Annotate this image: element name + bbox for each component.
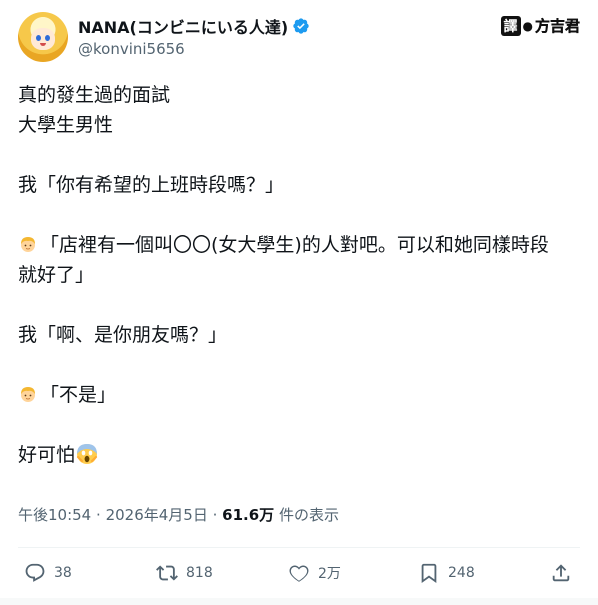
tweet-line: 我「你有希望的上班時段嗎？」 [18, 174, 285, 196]
person-blond-hair-icon [21, 237, 35, 252]
meta-separator: · [96, 506, 106, 524]
tweet-line: 「店裡有一個叫〇〇(女大學生)的人對吧。可以和她同樣時段 [40, 234, 549, 256]
like-button[interactable]: 2万 [288, 562, 341, 584]
watermark-dot-icon: ● [522, 18, 533, 33]
bottom-strip [0, 598, 598, 605]
tweet-line: 真的發生過的面試 [18, 84, 171, 106]
reply-count: 38 [54, 565, 72, 581]
tweet-line-row: 「不是」 [18, 380, 578, 410]
avatar-eye-right [45, 35, 50, 41]
avatar-face [31, 28, 55, 50]
bookmark-button[interactable]: 248 [418, 562, 475, 584]
share-button[interactable] [550, 562, 572, 584]
tweet-line: 就好了」 [18, 264, 95, 286]
handle[interactable]: @konvini5656 [78, 40, 185, 58]
tweet-line-row: 「店裡有一個叫〇〇(女大學生)的人對吧。可以和她同樣時段 [18, 230, 578, 260]
tweet-header: NANA(コンビニにいる人達) @konvini5656 譯 ● 方吉君 [18, 12, 580, 64]
bookmark-icon [421, 563, 437, 584]
share-icon [552, 564, 570, 582]
avatar-eye-left [36, 35, 41, 41]
name-row: NANA(コンビニにいる人達) [78, 14, 310, 38]
views-count: 61.6万 [222, 506, 275, 524]
display-name[interactable]: NANA(コンビニにいる人達) [78, 14, 288, 38]
avatar[interactable] [18, 12, 68, 62]
watermark-name: 方吉君 [534, 17, 580, 35]
face-screaming-in-fear-icon [76, 444, 98, 464]
action-bar: 38 818 2万 248 [18, 562, 580, 592]
reply-icon [25, 563, 45, 582]
retweet-count: 818 [186, 565, 213, 581]
views-label: 件の表示 [278, 506, 339, 524]
verified-badge-icon [293, 18, 309, 34]
meta-separator: · [212, 506, 223, 524]
tweet-line: 大學生男性 [18, 114, 114, 136]
tweet-line: 「不是」 [40, 384, 117, 406]
tweet-time[interactable]: 午後10:54 [18, 506, 91, 524]
watermark-brand: 譯 ● 方吉君 [500, 15, 580, 36]
tweet-body: 真的發生過的面試 大學生男性 我「你有希望的上班時段嗎？」 「店裡有一個叫〇〇(… [18, 80, 578, 470]
heart-icon [289, 565, 309, 582]
retweet-icon [156, 565, 178, 581]
tweet-meta: 午後10:54 · 2026年4月5日 · 61.6万 件の表示 [18, 504, 339, 525]
tweet-date[interactable]: 2026年4月5日 [106, 506, 208, 524]
watermark-badge: 譯 [500, 15, 521, 36]
retweet-button[interactable]: 818 [156, 562, 213, 584]
reply-button[interactable]: 38 [24, 562, 72, 584]
person-blond-hair-icon [21, 387, 35, 402]
like-count: 2万 [318, 566, 341, 582]
tweet-line-row: 好可怕 [18, 440, 578, 470]
divider [18, 547, 580, 548]
tweet-line: 我「啊、是你朋友嗎？」 [18, 324, 228, 346]
bookmark-count: 248 [448, 565, 475, 581]
tweet-line: 好可怕 [18, 444, 76, 466]
